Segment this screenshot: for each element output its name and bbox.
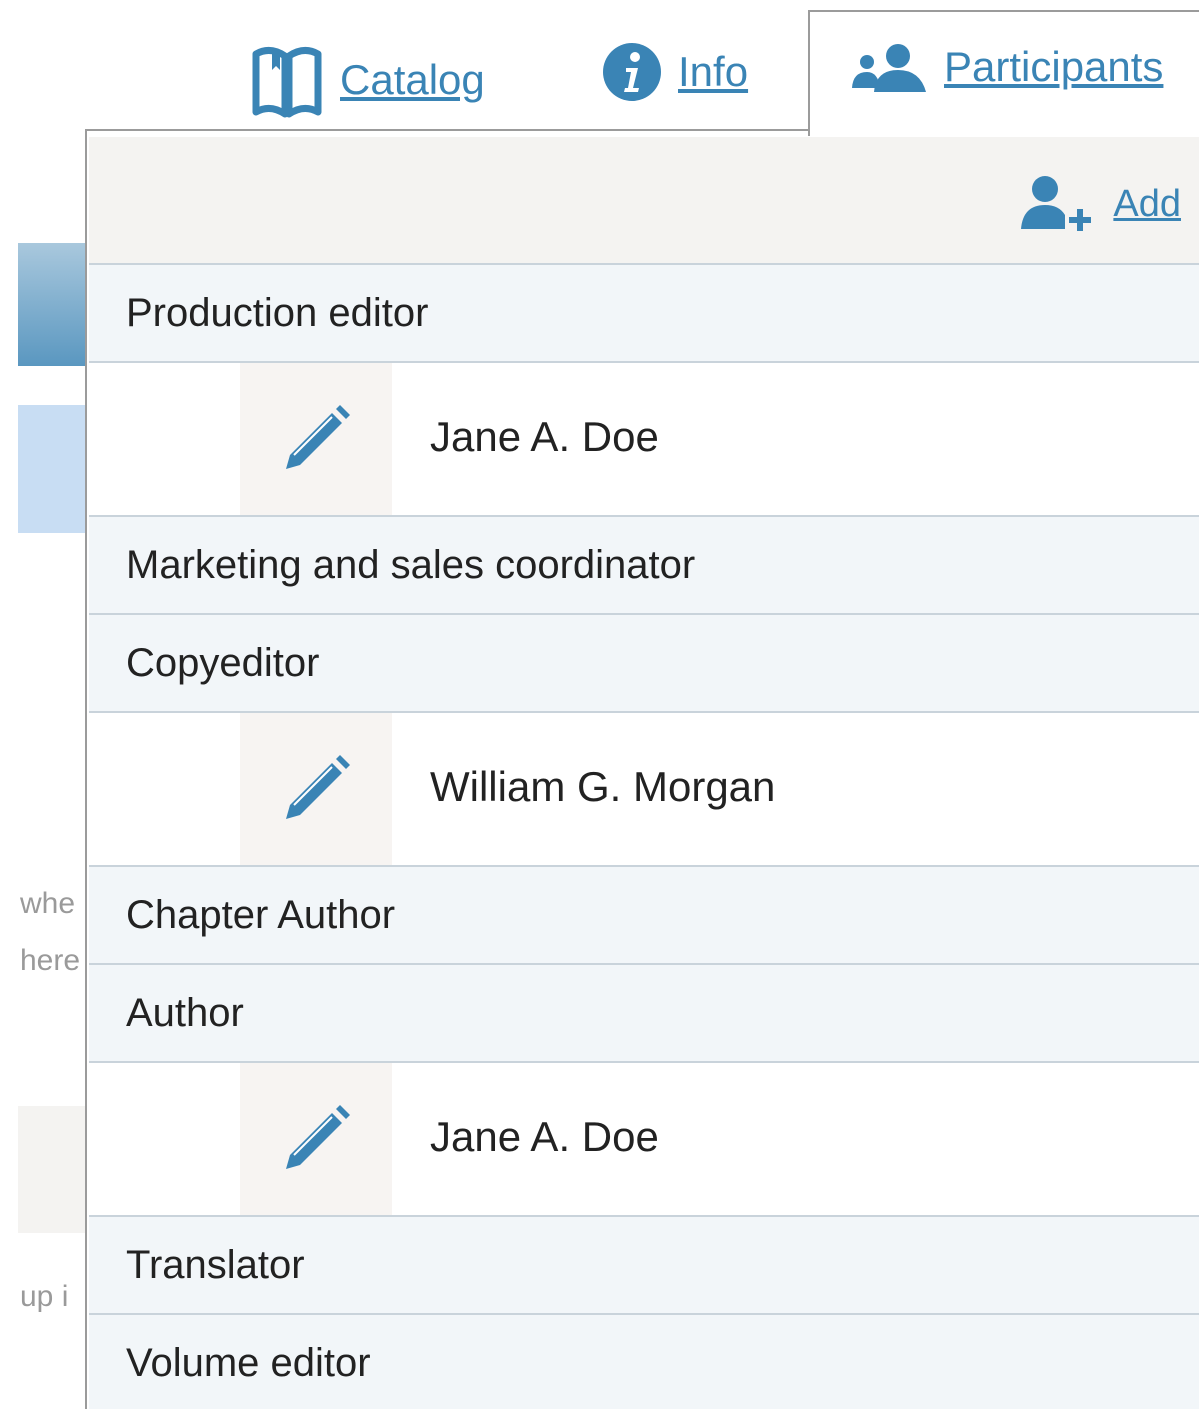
users-icon (848, 42, 928, 92)
background-text-fragment: whe (20, 887, 76, 920)
tab-catalog[interactable]: Catalog (250, 42, 485, 118)
edit-participant-button[interactable] (240, 713, 392, 865)
edit-participant-button[interactable] (240, 363, 392, 515)
tab-label: Info (678, 48, 749, 95)
role-label: Marketing and sales coordinator (126, 542, 696, 587)
role-row: Chapter Author (89, 867, 1199, 965)
participant-name: Jane A. Doe (430, 413, 659, 460)
background-gray-fragment (18, 1106, 88, 1233)
stage: whe here up i Catalog Info Participants … (0, 0, 1199, 1409)
info-icon (602, 42, 662, 102)
participant-name: Jane A. Doe (430, 1113, 659, 1160)
role-label: Author (126, 990, 244, 1035)
background-header-fragment (18, 243, 88, 366)
participant-row: Jane A. Doe (89, 363, 1199, 517)
role-label: Translator (126, 1242, 305, 1287)
add-user-icon (1015, 175, 1095, 233)
background-text-fragment: here (20, 944, 81, 977)
role-label: Chapter Author (126, 892, 396, 937)
tab-info[interactable]: Info (602, 42, 748, 102)
add-label: Add (1113, 182, 1181, 225)
participant-name: William G. Morgan (430, 763, 776, 810)
pencil-icon (276, 1097, 356, 1182)
role-row: Author (89, 965, 1199, 1063)
pencil-icon (276, 747, 356, 832)
participant-row: Jane A. Doe (89, 1063, 1199, 1217)
participants-toolbar: Add (89, 137, 1199, 265)
role-row: Copyeditor (89, 615, 1199, 713)
role-row: Volume editor (89, 1315, 1199, 1409)
participants-panel: Add Production editor Jane A. Doe Market… (85, 129, 1199, 1409)
pencil-icon (276, 397, 356, 482)
background-selected-row-fragment (18, 405, 88, 533)
edit-participant-button[interactable] (240, 1063, 392, 1215)
tab-label: Participants (944, 43, 1164, 90)
role-label: Production editor (126, 290, 429, 335)
role-label: Copyeditor (126, 640, 320, 685)
book-icon (250, 42, 324, 118)
role-row: Translator (89, 1217, 1199, 1315)
tab-participants[interactable]: Participants (848, 42, 1163, 92)
participants-list: Production editor Jane A. Doe Marketing … (89, 265, 1199, 1409)
role-row: Production editor (89, 265, 1199, 363)
background-text-fragment: up i (20, 1280, 69, 1313)
role-row: Marketing and sales coordinator (89, 517, 1199, 615)
role-label: Volume editor (126, 1340, 371, 1385)
participant-row: William G. Morgan (89, 713, 1199, 867)
tab-label: Catalog (340, 56, 485, 103)
add-participant-button[interactable]: Add (1015, 175, 1181, 233)
